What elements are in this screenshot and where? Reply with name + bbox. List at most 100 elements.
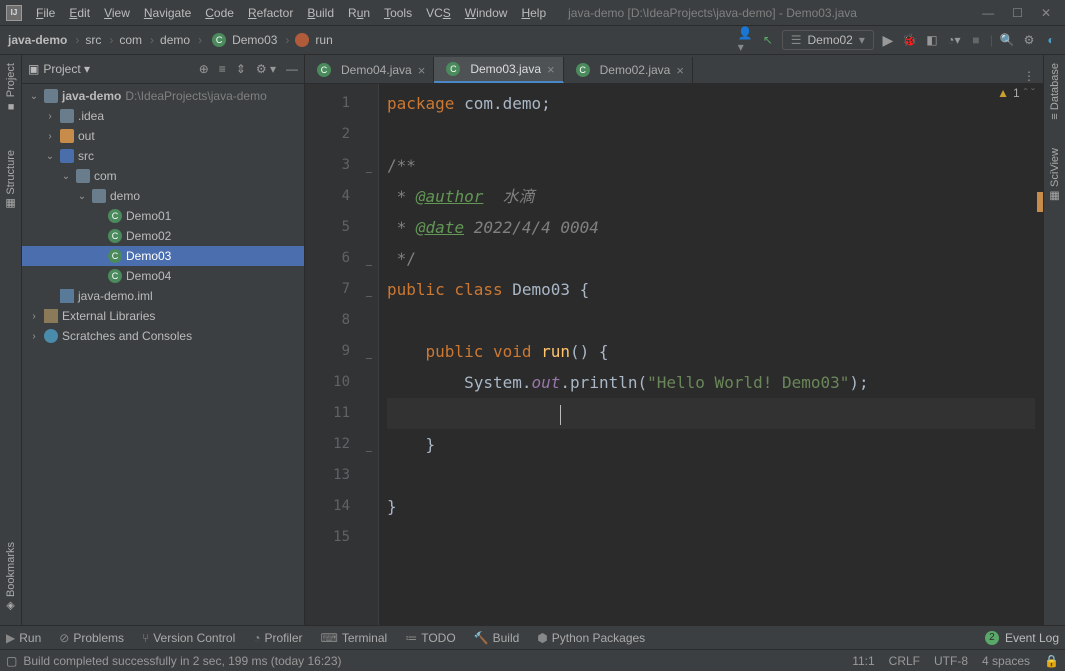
tab-demo03-java[interactable]: CDemo03.java× xyxy=(434,57,563,83)
intellij-icon[interactable]: ◐ xyxy=(1043,32,1059,48)
tree-item-out[interactable]: ›out xyxy=(22,126,304,146)
panel-settings-icon[interactable]: ⚙ ▾ xyxy=(256,62,276,76)
tool-project[interactable]: ■ Project xyxy=(5,59,17,116)
event-log-button[interactable]: Event Log xyxy=(1005,631,1059,645)
line-number[interactable]: 10 xyxy=(305,367,378,398)
status-caret-pos[interactable]: 11:1 xyxy=(852,654,874,668)
line-number[interactable]: 12─ xyxy=(305,429,378,460)
code-line[interactable] xyxy=(387,522,1035,553)
status-icon[interactable]: ▢ xyxy=(6,654,17,668)
line-number[interactable]: 8 xyxy=(305,305,378,336)
run-button[interactable]: ▶ xyxy=(880,32,896,48)
readonly-lock-icon[interactable]: 🔒 xyxy=(1044,654,1059,668)
maximize-button[interactable]: ☐ xyxy=(1012,6,1023,20)
code-line[interactable]: public void run() { xyxy=(387,336,1035,367)
coverage-button[interactable]: ◧ xyxy=(924,32,940,48)
code-line[interactable] xyxy=(387,119,1035,150)
code-line[interactable]: * @date 2022/4/4 0004 xyxy=(387,212,1035,243)
line-number[interactable]: 7─ xyxy=(305,274,378,305)
tool-terminal[interactable]: ⌨Terminal xyxy=(321,631,388,645)
tool-todo[interactable]: ≔TODO xyxy=(405,631,455,645)
tool-bookmarks[interactable]: ◈ Bookmarks xyxy=(4,538,17,617)
expand-toggle[interactable]: › xyxy=(44,131,56,142)
line-number[interactable]: 13 xyxy=(305,460,378,491)
back-arrow-icon[interactable]: ↖ xyxy=(760,32,776,48)
close-tab-icon[interactable]: × xyxy=(547,62,555,77)
code-line[interactable]: System.out.println("Hello World! Demo03"… xyxy=(387,367,1035,398)
menu-view[interactable]: View xyxy=(98,4,136,22)
expand-toggle[interactable]: › xyxy=(44,111,56,122)
line-number[interactable]: 11 xyxy=(305,398,378,429)
tree-item-scratches-and-consoles[interactable]: ›Scratches and Consoles xyxy=(22,326,304,346)
select-opened-icon[interactable]: ⊕ xyxy=(199,62,209,76)
menu-build[interactable]: Build xyxy=(301,4,340,22)
code-line[interactable] xyxy=(387,305,1035,336)
line-number[interactable]: 5 xyxy=(305,212,378,243)
tree-item-external-libraries[interactable]: ›External Libraries xyxy=(22,306,304,326)
settings-icon[interactable]: ⚙ xyxy=(1021,32,1037,48)
expand-toggle[interactable]: ⌄ xyxy=(44,151,56,162)
code-line[interactable]: } xyxy=(387,429,1035,460)
menu-tools[interactable]: Tools xyxy=(378,4,418,22)
menu-code[interactable]: Code xyxy=(199,4,240,22)
code-line[interactable]: /** xyxy=(387,150,1035,181)
code-area[interactable]: package com.demo; /** * @author 水滴 * @dat… xyxy=(379,84,1043,625)
tree-item-com[interactable]: ⌄com xyxy=(22,166,304,186)
menu-edit[interactable]: Edit xyxy=(63,4,96,22)
stop-button[interactable]: ■ xyxy=(968,32,984,48)
code-line[interactable]: package com.demo; xyxy=(387,88,1035,119)
menu-run[interactable]: Run xyxy=(342,4,376,22)
debug-button[interactable]: 🐞 xyxy=(902,32,918,48)
close-button[interactable]: ✕ xyxy=(1041,6,1051,20)
tool-database[interactable]: ≡ Database xyxy=(1049,59,1061,124)
editor-gutter[interactable]: 123─456─7─89─101112─131415 xyxy=(305,84,379,625)
code-line[interactable]: * @author 水滴 xyxy=(387,181,1035,212)
tree-item-java-demo[interactable]: ⌄java-demoD:\IdeaProjects\java-demo xyxy=(22,86,304,106)
line-number[interactable]: 6─ xyxy=(305,243,378,274)
expand-toggle[interactable]: ⌄ xyxy=(60,171,72,182)
code-line[interactable]: */ xyxy=(387,243,1035,274)
tree-item--idea[interactable]: ›.idea xyxy=(22,106,304,126)
menu-file[interactable]: File xyxy=(30,4,61,22)
tool-sciview[interactable]: ▦ SciView xyxy=(1048,144,1061,207)
tree-item-java-demo-iml[interactable]: java-demo.iml xyxy=(22,286,304,306)
menu-navigate[interactable]: Navigate xyxy=(138,4,197,22)
run-config-selector[interactable]: ☰ Demo02 ▾ xyxy=(782,30,874,50)
line-number[interactable]: 2 xyxy=(305,119,378,150)
tool-structure[interactable]: ▦ Structure xyxy=(4,146,17,215)
tree-item-demo02[interactable]: CDemo02 xyxy=(22,226,304,246)
menu-vcs[interactable]: VCS xyxy=(420,4,457,22)
tab-demo04-java[interactable]: CDemo04.java× xyxy=(305,57,434,83)
line-number[interactable]: 15 xyxy=(305,522,378,553)
status-encoding[interactable]: UTF-8 xyxy=(934,654,968,668)
expand-all-icon[interactable]: ≡ xyxy=(219,62,226,76)
expand-toggle[interactable]: › xyxy=(28,311,40,322)
line-number[interactable]: 9─ xyxy=(305,336,378,367)
error-stripe-mark[interactable] xyxy=(1037,192,1043,212)
tree-item-demo01[interactable]: CDemo01 xyxy=(22,206,304,226)
tab-demo02-java[interactable]: CDemo02.java× xyxy=(564,57,693,83)
tree-item-demo04[interactable]: CDemo04 xyxy=(22,266,304,286)
tree-item-src[interactable]: ⌄src xyxy=(22,146,304,166)
expand-toggle[interactable]: › xyxy=(28,331,40,342)
code-line[interactable] xyxy=(387,398,1035,429)
code-line[interactable]: } xyxy=(387,491,1035,522)
crumb-root[interactable]: java-demo xyxy=(6,33,69,47)
search-icon[interactable]: 🔍 xyxy=(999,32,1015,48)
tool-build[interactable]: 🔨Build xyxy=(474,631,520,645)
close-tab-icon[interactable]: × xyxy=(676,63,684,78)
tool-run[interactable]: ▶Run xyxy=(6,631,41,645)
user-icon[interactable]: 👤▾ xyxy=(738,32,754,48)
tree-item-demo[interactable]: ⌄demo xyxy=(22,186,304,206)
editor-body[interactable]: ▲ 1 ˆ ˇ 123─456─7─89─101112─131415 packa… xyxy=(305,84,1043,625)
tool-python[interactable]: ⬢Python Packages xyxy=(537,631,645,645)
line-number[interactable]: 3─ xyxy=(305,150,378,181)
code-line[interactable] xyxy=(387,460,1035,491)
expand-toggle[interactable]: ⌄ xyxy=(76,191,88,202)
expand-toggle[interactable]: ⌄ xyxy=(28,91,40,102)
code-line[interactable]: public class Demo03 { xyxy=(387,274,1035,305)
tab-options[interactable]: ⋮ xyxy=(1015,69,1043,83)
line-number[interactable]: 1 xyxy=(305,88,378,119)
tool-problems[interactable]: ⊘Problems xyxy=(59,631,124,645)
status-indent[interactable]: 4 spaces xyxy=(982,654,1030,668)
